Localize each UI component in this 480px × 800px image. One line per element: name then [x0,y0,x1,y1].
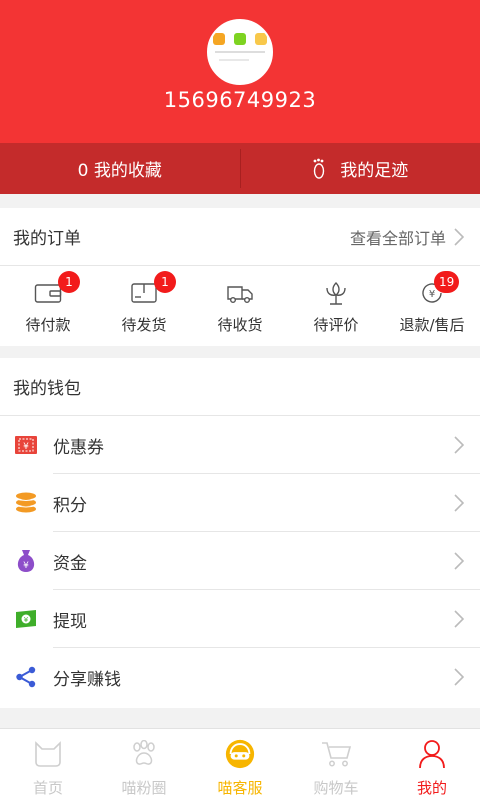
view-all-orders-link[interactable]: 查看全部订单 [350,225,464,249]
order-status-label: 待收货 [217,316,263,334]
wallet-item-label: 分享赚钱 [53,669,121,690]
order-pending-receipt[interactable]: 待收货 [192,266,288,345]
tab-customer-service[interactable]: 喵客服 [192,729,288,800]
orders-title: 我的订单 [13,229,81,249]
order-pending-shipment[interactable]: 1 待发货 [96,266,192,345]
tab-label: 购物车 [313,779,359,797]
tab-label: 首页 [32,779,63,797]
wallet-header: 我的钱包 [0,358,480,416]
badge-count: 1 [58,271,80,293]
wallet-item-share-earn[interactable]: 分享赚钱 [0,648,480,706]
svg-text:¥: ¥ [23,442,29,452]
tab-label: 喵粉圈 [121,779,167,797]
phone-number: 15696749923 [163,88,317,112]
chevron-right-icon [454,668,464,686]
wallet-item-funds[interactable]: ¥ 资金 [0,532,480,590]
order-status-label: 待付款 [25,316,71,334]
avatar[interactable] [207,19,273,85]
withdraw-cash-icon: ¥ [13,606,39,632]
chevron-right-icon [454,610,464,628]
tab-cart[interactable]: 购物车 [288,729,384,800]
wallet-item-label: 提现 [53,611,87,632]
chevron-right-icon [454,436,464,454]
cart-icon [320,739,352,769]
tab-label: 我的 [416,779,447,797]
wallet-item-label: 资金 [53,553,87,574]
wallet-item-withdraw[interactable]: ¥ 提现 [0,590,480,648]
my-footprint-button[interactable]: 我的足迹 [241,143,480,194]
order-pending-review[interactable]: 待评价 [288,266,384,345]
orders-card: 我的订单 查看全部订单 1 待付款 1 待发货 待收货 待评价 19 ¥ 退款/… [0,208,480,346]
wallet-item-points[interactable]: 积分 [0,474,480,532]
favorites-bar: 0 我的收藏 我的足迹 [0,143,480,194]
coupon-icon: ¥ [13,432,39,458]
chevron-right-icon [454,227,464,246]
my-collection-button[interactable]: 0 我的收藏 [0,143,240,194]
order-refund-aftersale[interactable]: 19 ¥ 退款/售后 [384,266,480,345]
svg-text:¥: ¥ [24,616,29,624]
bottom-tab-bar: 首页 喵粉圈 喵客服 购物车 我的 [0,728,480,800]
user-icon [416,739,448,769]
footprint-icon [312,158,326,180]
tab-home[interactable]: 首页 [0,729,96,800]
wallet-item-coupons[interactable]: ¥ 优惠券 [0,416,480,474]
svg-text:¥: ¥ [429,289,435,300]
truck-icon [225,280,255,306]
service-icon [224,739,256,769]
order-status-label: 待评价 [313,316,359,334]
points-coins-icon [13,490,39,516]
badge-count: 19 [434,271,460,293]
my-footprint-label: 我的足迹 [340,161,409,181]
profile-header: 15696749923 [0,0,480,143]
order-status-label: 退款/售后 [399,316,465,334]
orders-header: 我的订单 查看全部订单 [0,208,480,266]
wallet-title: 我的钱包 [13,379,81,399]
badge-count: 1 [154,271,176,293]
order-pending-payment[interactable]: 1 待付款 [0,266,96,345]
paw-icon [128,739,160,769]
share-icon [13,664,39,690]
my-collection-label: 0 我的收藏 [77,161,162,181]
chevron-right-icon [454,494,464,512]
tab-mine[interactable]: 我的 [384,729,480,800]
order-status-label: 待发货 [121,316,167,334]
view-all-orders-label: 查看全部订单 [349,228,446,248]
wallet-item-label: 积分 [53,495,87,516]
svg-text:¥: ¥ [23,561,29,571]
tab-fan-circle[interactable]: 喵粉圈 [96,729,192,800]
cat-home-icon [32,739,64,769]
order-status-row: 1 待付款 1 待发货 待收货 待评价 19 ¥ 退款/售后 [0,266,480,345]
flower-icon [321,280,351,306]
chevron-right-icon [454,552,464,570]
tab-label: 喵客服 [217,779,263,797]
wallet-item-label: 优惠券 [53,437,104,458]
money-bag-icon: ¥ [13,548,39,574]
wallet-card: 我的钱包 ¥ 优惠券 积分 ¥ 资金 ¥ 提现 分享赚钱 [0,358,480,708]
